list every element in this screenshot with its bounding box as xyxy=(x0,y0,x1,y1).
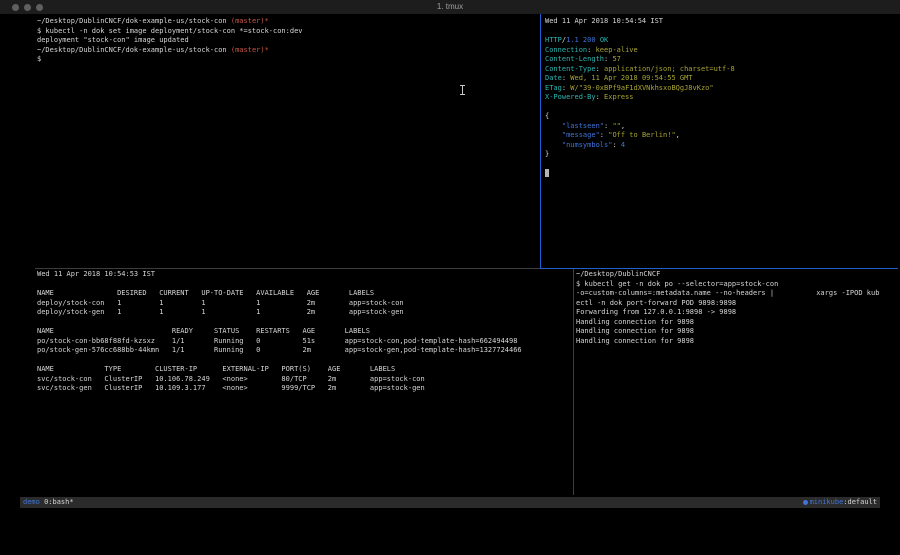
pane-border-vertical-active[interactable] xyxy=(540,14,541,268)
pane-border-horizontal-left[interactable] xyxy=(35,268,540,269)
pane-http-response[interactable]: Wed 11 Apr 2018 10:54:54 ISTHTTP/1.1 200… xyxy=(545,17,895,179)
pane-port-forward[interactable]: ~/Desktop/DublinCNCF$ kubectl get -n dok… xyxy=(576,270,898,346)
pane-shell-kubectl-set-image[interactable]: ~/Desktop/DublinCNCF/dok-example-us/stoc… xyxy=(37,17,537,65)
tmux-terminal: ~/Desktop/DublinCNCF/dok-example-us/stoc… xyxy=(0,14,900,497)
pane-border-horizontal-active[interactable] xyxy=(540,268,898,269)
minimize-button[interactable] xyxy=(24,4,31,11)
tmux-session-window-tab[interactable]: demo 0:bash* xyxy=(23,497,74,508)
terminal-window: 1. tmux ~/Desktop/DublinCNCF/dok-example… xyxy=(0,0,900,555)
zoom-button[interactable] xyxy=(36,4,43,11)
traffic-lights xyxy=(12,4,43,11)
kube-context-indicator: minikube:default xyxy=(803,497,877,508)
kube-context-text: minikube:default xyxy=(810,497,877,508)
pane-kubectl-get-watch[interactable]: Wed 11 Apr 2018 10:54:53 ISTNAME DESIRED… xyxy=(37,270,547,394)
window-titlebar[interactable]: 1. tmux xyxy=(0,0,900,14)
window-title: 1. tmux xyxy=(437,0,463,14)
pane-border-vertical-bottom[interactable] xyxy=(573,269,574,495)
kubernetes-helm-icon xyxy=(803,500,808,505)
text-cursor-pointer xyxy=(459,85,466,95)
tmux-status-bar: demo 0:bash* minikube:default xyxy=(20,497,880,508)
close-button[interactable] xyxy=(12,4,19,11)
